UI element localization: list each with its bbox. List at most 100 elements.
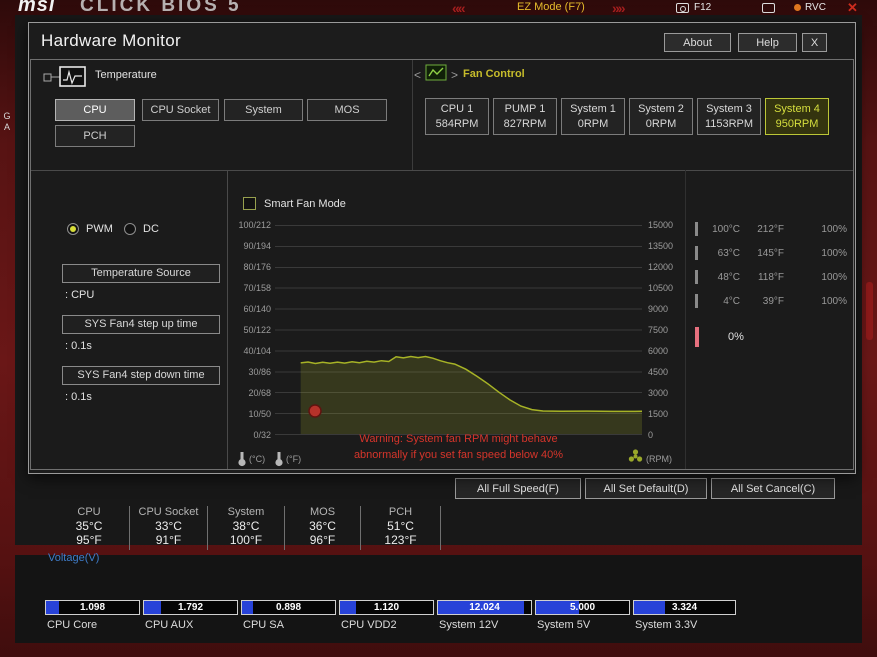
temp-axis-labels: 100/21290/194 80/17670/158 60/14050/122 …	[225, 220, 271, 440]
voltage-bar-system-12v: 12.024	[437, 600, 532, 615]
fan-tab-name: System 4	[766, 102, 828, 117]
fan-warning-line1: Warning: System fan RPM might behave	[275, 431, 642, 447]
edge-scroll-strip	[866, 282, 873, 340]
temp-tab-system[interactable]: System	[224, 99, 303, 121]
setpoint-duty: 100%	[813, 296, 847, 307]
sensor-fahrenheit: 100°F	[208, 533, 284, 547]
help-button[interactable]: Help	[738, 33, 797, 52]
bios-close-icon[interactable]: ✕	[847, 0, 858, 16]
voltage-name: CPU VDD2	[341, 619, 397, 631]
voltage-value: 1.098	[46, 601, 139, 614]
fan-tab-system1[interactable]: System 1 0RPM	[561, 98, 625, 135]
curve-marker-dot[interactable]	[309, 405, 321, 417]
voltage-name: System 12V	[439, 619, 498, 631]
dialog-close-button[interactable]: X	[802, 33, 827, 52]
rpm-axis-labels: 1500013500 1200010500 90007500 60004500 …	[648, 220, 688, 440]
setpoint-bar	[695, 294, 698, 308]
sensor-celsius: 51°C	[361, 519, 440, 533]
divider-tabs	[412, 60, 413, 170]
temperature-source-value: : CPU	[65, 289, 94, 301]
fan-curve-plot[interactable]	[275, 225, 642, 435]
fan-next-arrow[interactable]: >	[451, 68, 458, 82]
fan-control-section-label: Fan Control	[463, 68, 525, 80]
step-down-time-value: : 0.1s	[65, 391, 92, 403]
fan-tab-rpm: 584RPM	[426, 117, 488, 132]
voltage-bar-cpu-aux: 1.792	[143, 600, 238, 615]
temperature-source-button[interactable]: Temperature Source	[62, 264, 220, 283]
sensor-celsius: 38°C	[208, 519, 284, 533]
edge-text-fragment: GA	[2, 111, 12, 133]
sensor-fahrenheit: 91°F	[130, 533, 207, 547]
sensor-cpu-socket: CPU Socket 33°C 91°F	[130, 505, 207, 547]
rvc-label: RVC	[805, 2, 826, 13]
setpoint-fahrenheit: 118°F	[744, 272, 784, 283]
voltage-value: 12.024	[438, 601, 531, 614]
dialog-title: Hardware Monitor	[41, 31, 181, 51]
voltage-value: 1.120	[340, 601, 433, 614]
fan-tab-rpm: 950RPM	[766, 117, 828, 132]
sensor-mos: MOS 36°C 96°F	[285, 505, 360, 547]
voltage-bar-system-5v: 5.000	[535, 600, 630, 615]
voltage-value: 1.792	[144, 601, 237, 614]
step-up-time-button[interactable]: SYS Fan4 step up time	[62, 315, 220, 334]
setpoint-celsius: 100°C	[706, 224, 740, 235]
temp-tab-pch[interactable]: PCH	[55, 125, 135, 147]
fan-warning: Warning: System fan RPM might behave abn…	[275, 431, 642, 463]
setpoint-celsius: 63°C	[706, 248, 740, 259]
setpoint-bar	[695, 246, 698, 260]
temp-tab-cpu[interactable]: CPU	[55, 99, 135, 121]
sensor-celsius: 36°C	[285, 519, 360, 533]
fan-prev-arrow[interactable]: <	[414, 68, 421, 82]
voltage-section-label: Voltage(V)	[48, 552, 99, 564]
setpoint-row-4: 4°C 39°F 100%	[695, 293, 847, 309]
fan-tab-cpu1[interactable]: CPU 1 584RPM	[425, 98, 489, 135]
sensor-celsius: 33°C	[130, 519, 207, 533]
sensor-pch: PCH 51°C 123°F	[361, 505, 440, 547]
bios-screen: msi CLICK BIOS 5 «« EZ Mode (F7) »» F12 …	[0, 0, 877, 657]
step-down-time-button[interactable]: SYS Fan4 step down time	[62, 366, 220, 385]
setpoint-fahrenheit: 145°F	[744, 248, 784, 259]
fan-tab-pump1[interactable]: PUMP 1 827RPM	[493, 98, 557, 135]
pwm-radio[interactable]	[67, 223, 79, 235]
dc-radio[interactable]	[124, 223, 136, 235]
voltage-bar-cpu-core: 1.098	[45, 600, 140, 615]
setpoint-row-1: 100°C 212°F 100%	[695, 221, 847, 237]
sensor-name: CPU Socket	[130, 505, 207, 519]
voltage-value: 0.898	[242, 601, 335, 614]
all-set-cancel-button[interactable]: All Set Cancel(C)	[711, 478, 835, 499]
smart-fan-label: Smart Fan Mode	[264, 198, 346, 210]
thermometer-c-icon	[237, 450, 247, 467]
voltage-value: 5.000	[536, 601, 629, 614]
sensor-name: System	[208, 505, 284, 519]
fan-tab-system2[interactable]: System 2 0RPM	[629, 98, 693, 135]
fan-tab-name: System 3	[698, 102, 760, 117]
current-duty-value: 0%	[728, 331, 744, 343]
temperature-monitor-icon	[43, 64, 89, 90]
voltage-name: CPU AUX	[145, 619, 193, 631]
sensor-cpu: CPU 35°C 95°F	[49, 505, 129, 547]
fan-tab-system3[interactable]: System 3 1153RPM	[697, 98, 761, 135]
all-set-default-button[interactable]: All Set Default(D)	[585, 478, 707, 499]
sensor-divider	[440, 506, 441, 550]
setpoint-bar	[695, 222, 698, 236]
fan-tab-name: PUMP 1	[494, 102, 556, 117]
setpoint-row-2: 63°C 145°F 100%	[695, 245, 847, 261]
temp-tab-cpu-socket[interactable]: CPU Socket	[142, 99, 219, 121]
voltage-name: System 5V	[537, 619, 590, 631]
sensor-name: PCH	[361, 505, 440, 519]
fan-warning-line2: abnormally if you set fan speed below 40…	[275, 447, 642, 463]
dialog-body: Temperature CPU CPU Socket System MOS PC…	[30, 59, 854, 470]
voltage-value: 3.324	[634, 601, 735, 614]
smart-fan-checkbox[interactable]	[243, 197, 256, 210]
setpoint-duty: 100%	[813, 272, 847, 283]
hardware-monitor-dialog: Hardware Monitor About Help X Temperatur…	[28, 22, 856, 474]
ez-mode-label[interactable]: EZ Mode (F7)	[517, 1, 585, 13]
about-button[interactable]: About	[664, 33, 731, 52]
fan-tab-system4[interactable]: System 4 950RPM	[765, 98, 829, 135]
all-full-speed-button[interactable]: All Full Speed(F)	[455, 478, 581, 499]
fan-tab-name: System 2	[630, 102, 692, 117]
temp-tab-mos[interactable]: MOS	[307, 99, 387, 121]
setpoint-celsius: 4°C	[706, 296, 740, 307]
fahrenheit-unit-label: (°F)	[286, 454, 301, 464]
setpoint-duty: 100%	[813, 248, 847, 259]
